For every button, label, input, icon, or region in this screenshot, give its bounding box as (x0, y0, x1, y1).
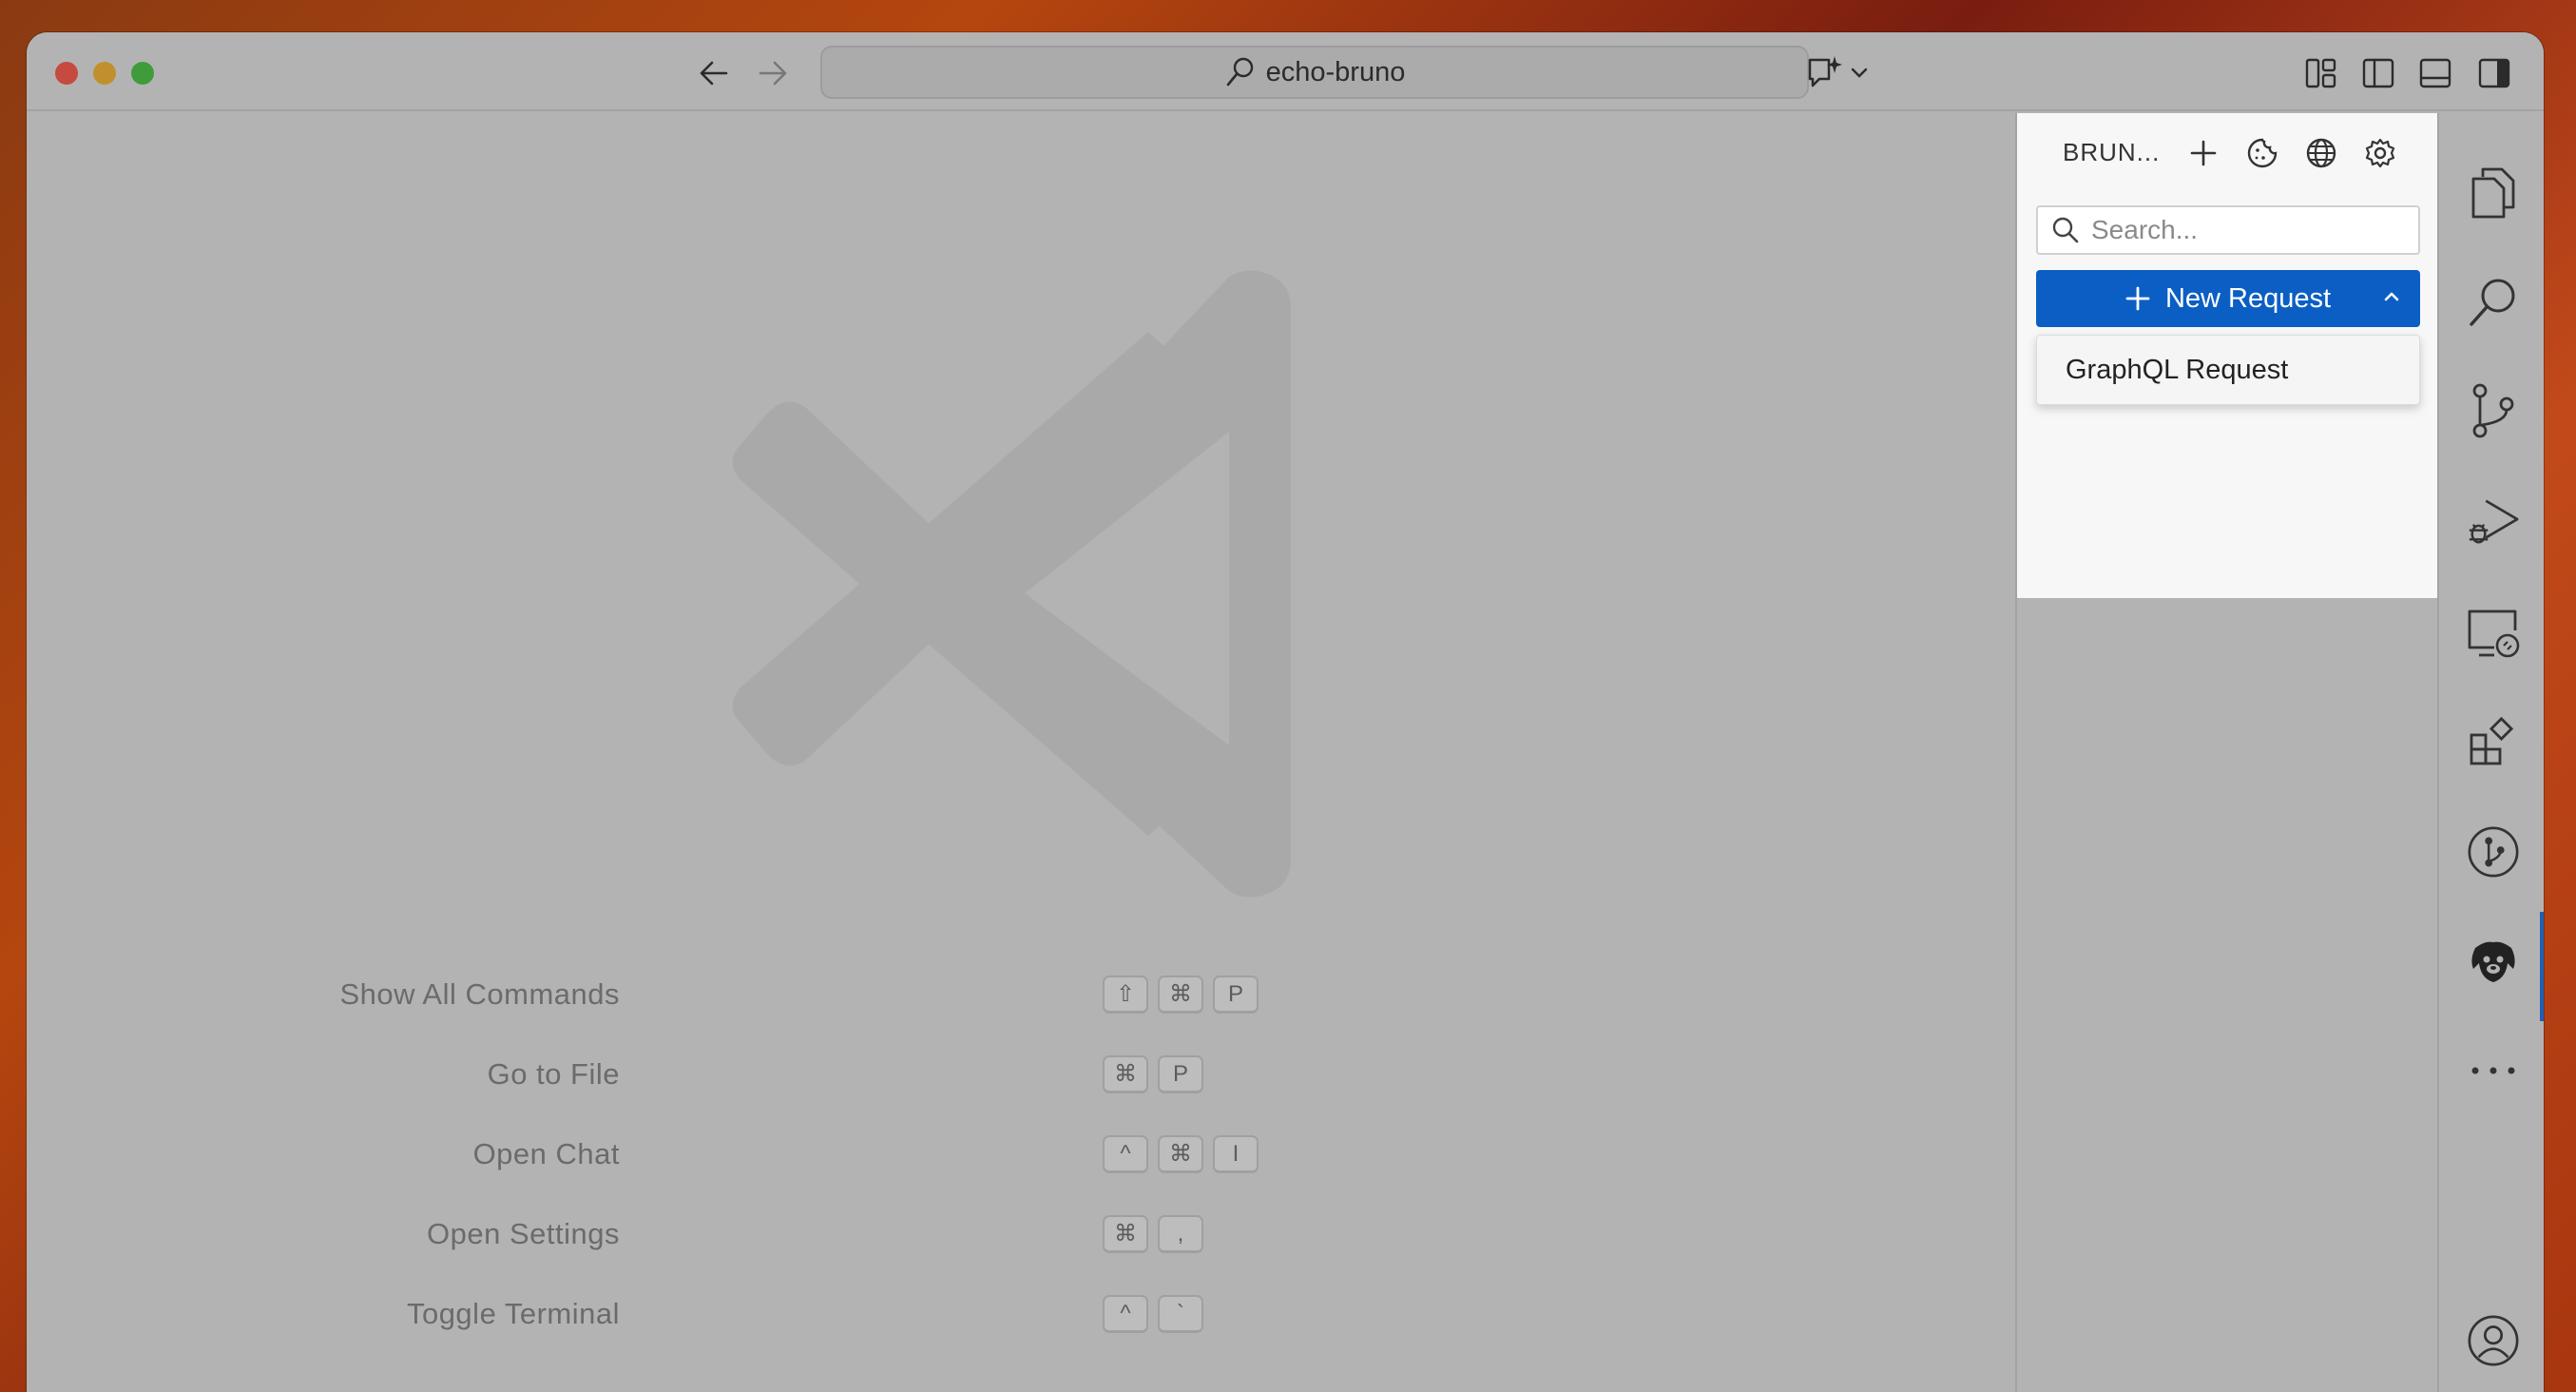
key-cap: ⌘ (1103, 1055, 1148, 1093)
run-and-debug-icon[interactable] (2466, 493, 2521, 549)
search-icon (2052, 217, 2079, 243)
more-views-icon[interactable] (2466, 1043, 2521, 1098)
chevron-up-icon[interactable] (2380, 285, 2403, 308)
shortcut-label: Open Settings (427, 1217, 620, 1250)
key-cap: ^ (1103, 1295, 1148, 1333)
toggle-secondary-sidebar-icon[interactable] (2471, 51, 2517, 95)
activity-bar (2437, 113, 2544, 1392)
shortcut-label: Toggle Terminal (406, 1297, 620, 1330)
git-graph-icon[interactable] (2466, 824, 2521, 880)
panel-title: BRUN... (2063, 138, 2161, 166)
editor-empty-area: Show All Commands ⇧ ⌘ P Go to File ⌘ P O… (27, 113, 2013, 1392)
remote-explorer-icon[interactable] (2466, 606, 2521, 661)
vscode-logo-watermark (732, 270, 1291, 898)
bruno-dog-icon[interactable] (2466, 935, 2521, 990)
plus-icon[interactable] (2182, 132, 2224, 174)
key-cap: ^ (1103, 1135, 1148, 1173)
bruno-panel-content: BRUN... New Request (2017, 113, 2437, 598)
search-icon[interactable] (2466, 275, 2521, 330)
command-center-search[interactable]: echo-bruno (820, 46, 1809, 99)
workspace-name: echo-bruno (1265, 56, 1406, 87)
panel-header: BRUN... (2017, 113, 2437, 189)
minimize-window-button[interactable] (93, 62, 116, 85)
key-cap: ⌘ (1158, 1135, 1203, 1173)
chevron-down-icon (1851, 68, 1868, 78)
shortcut-row: Go to File ⌘ P (27, 1049, 2013, 1100)
copilot-chat-button[interactable] (1804, 51, 1890, 95)
key-cap: I (1213, 1135, 1259, 1173)
graphql-request-menu-item[interactable]: GraphQL Request (2036, 335, 2420, 405)
search-icon (1226, 57, 1253, 87)
key-cap: , (1158, 1215, 1203, 1253)
bruno-side-panel: BRUN... New Request (2015, 113, 2437, 1392)
explorer-files-icon[interactable] (2466, 165, 2521, 221)
shortcut-label: Open Chat (472, 1137, 620, 1170)
accounts-icon[interactable] (2466, 1313, 2521, 1368)
globe-icon[interactable] (2300, 132, 2342, 174)
gear-icon[interactable] (2359, 132, 2401, 174)
shortcut-keys: ⌘ P (1103, 1055, 1203, 1093)
shortcut-keys: ⇧ ⌘ P (1103, 976, 1259, 1014)
key-cap: P (1158, 1055, 1203, 1093)
shortcut-label: Show All Commands (339, 977, 620, 1011)
search-input[interactable] (2091, 215, 2405, 245)
vscode-window: echo-bruno Show All Commands ⇧ ⌘ P Go to… (27, 32, 2544, 1392)
close-window-button[interactable] (55, 62, 78, 85)
shortcut-row: Open Settings ⌘ , (27, 1208, 2013, 1260)
new-request-label: New Request (2164, 282, 2332, 314)
new-request-button[interactable]: New Request (2036, 270, 2420, 327)
shortcut-row: Open Chat ^ ⌘ I (27, 1129, 2013, 1180)
plus-icon (2125, 286, 2150, 311)
copilot-sparkle-icon (1808, 56, 1842, 87)
key-cap: ⌘ (1158, 976, 1203, 1014)
key-cap: P (1213, 976, 1259, 1014)
shortcut-row: Toggle Terminal ^ ` (27, 1288, 2013, 1340)
menu-item-label: GraphQL Request (2066, 354, 2289, 385)
toggle-primary-sidebar-icon[interactable] (2355, 51, 2401, 95)
shortcut-keys: ⌘ , (1103, 1215, 1203, 1253)
shortcut-row: Show All Commands ⇧ ⌘ P (27, 969, 2013, 1020)
extensions-icon[interactable] (2466, 714, 2521, 769)
active-view-indicator (2540, 912, 2544, 1021)
source-control-icon[interactable] (2466, 383, 2521, 438)
customize-layout-icon[interactable] (2298, 51, 2344, 95)
shortcut-label: Go to File (487, 1057, 620, 1091)
shortcut-keys: ^ ⌘ I (1103, 1135, 1259, 1173)
key-cap: ` (1158, 1295, 1203, 1333)
key-cap: ⇧ (1103, 976, 1148, 1014)
forward-arrow-icon[interactable] (749, 51, 797, 95)
shortcut-keys: ^ ` (1103, 1295, 1203, 1333)
back-arrow-icon[interactable] (690, 51, 738, 95)
maximize-window-button[interactable] (131, 62, 154, 85)
key-cap: ⌘ (1103, 1215, 1148, 1253)
toggle-panel-icon[interactable] (2413, 51, 2458, 95)
cookie-icon[interactable] (2241, 132, 2283, 174)
bruno-search-field[interactable] (2036, 205, 2420, 255)
title-bar: echo-bruno (27, 32, 2544, 111)
